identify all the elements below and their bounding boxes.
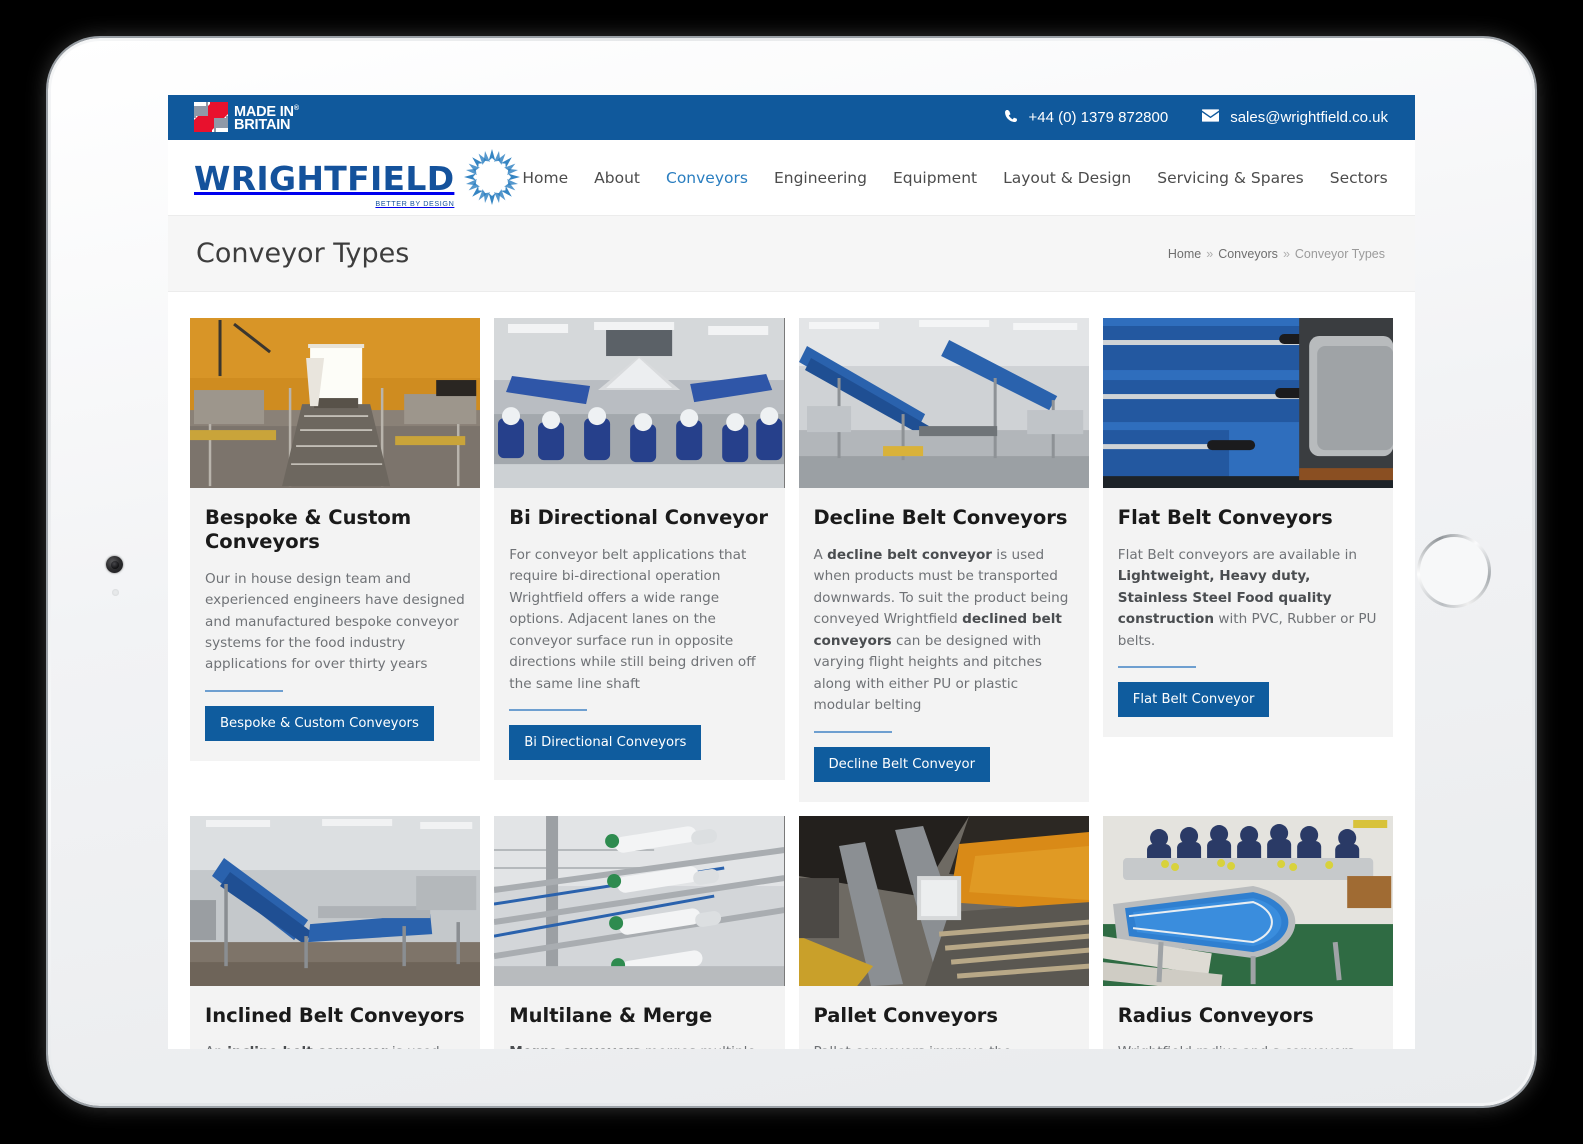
card-body-bespoke: Bespoke & Custom Conveyors Our in house … bbox=[190, 488, 480, 761]
card-description-radius: Wrightfield radius and s-conveyors are d… bbox=[1118, 1042, 1378, 1049]
card-image-bespoke bbox=[190, 318, 481, 488]
breadcrumb-conveyors[interactable]: Conveyors bbox=[1218, 247, 1278, 261]
card-button-decline[interactable]: Decline Belt Conveyor bbox=[813, 746, 991, 782]
email-link[interactable]: sales@wrightfield.co.uk bbox=[1202, 109, 1388, 126]
email-address: sales@wrightfield.co.uk bbox=[1230, 109, 1388, 126]
card-description-bespoke: Our in house design team and experienced… bbox=[205, 570, 465, 673]
card-inclined-belt-conveyors[interactable]: Inclined Belt Conveyors An incline belt … bbox=[190, 815, 481, 1049]
made-in-britain-logo: MADE IN® BRITAIN bbox=[194, 102, 299, 133]
site-logo-link[interactable]: WRIGHTFIELD BETTER BY DESIGN bbox=[194, 147, 522, 208]
card-body-flat-belt: Flat Belt Conveyors Flat Belt conveyors … bbox=[1103, 488, 1393, 737]
card-description-bi-directional: For conveyor belt applications that requ… bbox=[509, 546, 756, 692]
card-image-pallet bbox=[798, 815, 1089, 986]
browser-viewport: MADE IN® BRITAIN +44 (0) 1379 872800 sal… bbox=[168, 95, 1415, 1049]
card-image-inclined bbox=[190, 815, 481, 986]
nav-item-news[interactable]: News bbox=[1414, 169, 1415, 187]
main-navigation-bar: WRIGHTFIELD BETTER BY DESIGN Home About … bbox=[168, 140, 1415, 216]
home-button[interactable] bbox=[1417, 534, 1491, 608]
nav-item-engineering[interactable]: Engineering bbox=[774, 169, 867, 187]
nav-item-about[interactable]: About bbox=[594, 169, 640, 187]
card-title-bi-directional: Bi Directional Conveyor bbox=[509, 506, 769, 529]
breadcrumb-separator: » bbox=[1206, 246, 1214, 261]
card-body-bi-directional: Bi Directional Conveyor For conveyor bel… bbox=[494, 488, 784, 780]
breadcrumb-separator-2: » bbox=[1282, 246, 1290, 261]
card-title-bespoke: Bespoke & Custom Conveyors bbox=[205, 506, 412, 553]
ambient-sensor-icon bbox=[112, 589, 119, 596]
page-title: Conveyor Types bbox=[196, 238, 410, 269]
nav-item-layout-design[interactable]: Layout & Design bbox=[1003, 169, 1131, 187]
card-divider bbox=[205, 689, 283, 692]
made-in-britain-wordmark: MADE IN® BRITAIN bbox=[234, 102, 299, 133]
card-radius-conveyors[interactable]: Radius Conveyors Wrightfield radius and … bbox=[1102, 815, 1393, 1049]
card-title-inclined: Inclined Belt Conveyors bbox=[205, 1003, 465, 1027]
card-divider bbox=[813, 730, 892, 733]
breadcrumb-current: Conveyor Types bbox=[1294, 246, 1385, 261]
card-description-decline: A decline belt conveyor is used when pro… bbox=[813, 546, 1069, 714]
breadcrumb-home[interactable]: Home bbox=[1168, 247, 1201, 261]
tablet-device-frame: MADE IN® BRITAIN +44 (0) 1379 872800 sal… bbox=[48, 38, 1535, 1106]
card-bespoke-custom-conveyors[interactable]: Bespoke & Custom Conveyors Our in house … bbox=[190, 318, 481, 761]
card-body-multilane: Multilane & Merge Merge conveyors merges… bbox=[494, 986, 784, 1049]
registered-mark: ® bbox=[293, 105, 299, 113]
card-button-bespoke[interactable]: Bespoke & Custom Conveyors bbox=[205, 705, 434, 741]
card-body-radius: Radius Conveyors Wrightfield radius and … bbox=[1103, 986, 1393, 1049]
card-divider bbox=[1117, 666, 1196, 669]
card-bi-directional-conveyor[interactable]: Bi Directional Conveyor For conveyor bel… bbox=[494, 318, 785, 781]
breadcrumb: Home » Conveyors » Conveyor Types bbox=[1168, 247, 1385, 261]
union-jack-arrow-icon bbox=[194, 102, 228, 133]
envelope-icon bbox=[1202, 109, 1220, 126]
nav-item-conveyors[interactable]: Conveyors bbox=[666, 169, 748, 187]
card-title-pallet: Pallet Conveyors bbox=[813, 1003, 999, 1027]
card-title-radius: Radius Conveyors bbox=[1117, 1003, 1314, 1027]
card-flat-belt-conveyors[interactable]: Flat Belt Conveyors Flat Belt conveyors … bbox=[1102, 318, 1393, 738]
front-camera-icon bbox=[106, 556, 123, 573]
card-button-flat-belt[interactable]: Flat Belt Conveyor bbox=[1117, 682, 1270, 718]
phone-icon bbox=[1004, 109, 1018, 127]
card-button-bi-directional[interactable]: Bi Directional Conveyors bbox=[509, 725, 702, 761]
card-image-decline bbox=[798, 318, 1089, 488]
card-title-multilane: Multilane & Merge bbox=[509, 1003, 713, 1027]
card-description-multilane: Merge conveyors merges multiple lanes to… bbox=[509, 1042, 769, 1049]
card-divider bbox=[509, 709, 588, 712]
card-body-inclined: Inclined Belt Conveyors An incline belt … bbox=[190, 986, 480, 1049]
card-title-decline: Decline Belt Conveyors bbox=[813, 506, 1068, 529]
nav-item-equipment[interactable]: Equipment bbox=[893, 169, 977, 187]
brand-name: WRIGHTFIELD bbox=[194, 159, 455, 198]
page-title-bar: Conveyor Types Home » Conveyors » Convey… bbox=[168, 216, 1415, 292]
starburst-logo-icon bbox=[462, 147, 522, 212]
card-body-decline: Decline Belt Conveyors A decline belt co… bbox=[799, 488, 1089, 802]
nav-item-home[interactable]: Home bbox=[522, 169, 568, 187]
nav-item-servicing-spares[interactable]: Servicing & Spares bbox=[1157, 169, 1303, 187]
card-body-pallet: Pallet Conveyors Pallet conveyors improv… bbox=[799, 986, 1089, 1049]
brand-tagline: BETTER BY DESIGN bbox=[375, 199, 455, 208]
card-image-flat-belt bbox=[1102, 318, 1393, 488]
card-decline-belt-conveyors[interactable]: Decline Belt Conveyors A decline belt co… bbox=[798, 318, 1089, 802]
card-title-flat-belt: Flat Belt Conveyors bbox=[1117, 506, 1333, 529]
card-image-bi-directional bbox=[494, 318, 785, 488]
mib-line-2: BRITAIN bbox=[234, 117, 291, 134]
card-description-flat-belt: Flat Belt conveyors are available in Lig… bbox=[1117, 546, 1377, 649]
conveyor-card-grid: Bespoke & Custom Conveyors Our in house … bbox=[190, 318, 1393, 1049]
card-image-multilane bbox=[494, 815, 785, 986]
card-image-radius bbox=[1102, 815, 1393, 986]
card-description-inclined: An incline belt conveyor is used when pr… bbox=[205, 1042, 465, 1049]
utility-top-bar: MADE IN® BRITAIN +44 (0) 1379 872800 sal… bbox=[168, 95, 1415, 140]
nav-item-sectors[interactable]: Sectors bbox=[1330, 169, 1388, 187]
conveyor-types-content: Bespoke & Custom Conveyors Our in house … bbox=[168, 292, 1415, 1049]
phone-link[interactable]: +44 (0) 1379 872800 bbox=[1004, 109, 1169, 127]
contact-info-group: +44 (0) 1379 872800 sales@wrightfield.co… bbox=[1004, 109, 1388, 127]
card-multilane-merge[interactable]: Multilane & Merge Merge conveyors merges… bbox=[494, 815, 785, 1049]
card-pallet-conveyors[interactable]: Pallet Conveyors Pallet conveyors improv… bbox=[798, 815, 1089, 1049]
card-description-pallet: Pallet conveyors improve the efficiency … bbox=[814, 1042, 1074, 1049]
phone-number: +44 (0) 1379 872800 bbox=[1028, 109, 1169, 126]
nav-links: Home About Conveyors Engineering Equipme… bbox=[522, 169, 1415, 187]
